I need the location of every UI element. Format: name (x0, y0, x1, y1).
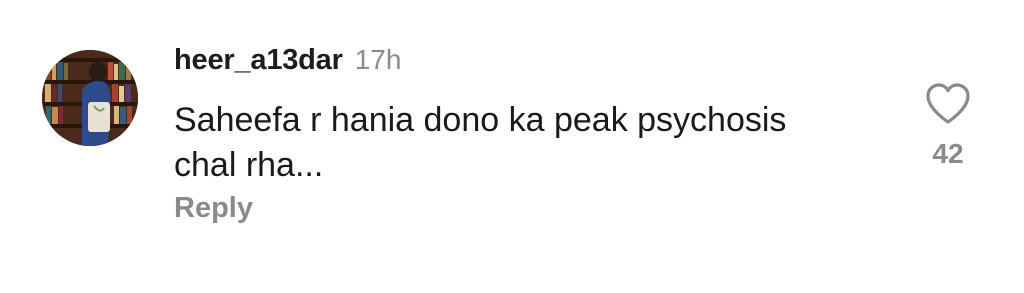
avatar[interactable] (42, 50, 138, 146)
heart-outline-icon[interactable] (924, 82, 972, 126)
username[interactable]: heer_a13dar (174, 44, 343, 77)
avatar-photo (42, 50, 138, 146)
comment-text: Saheefa r hania dono ka peak psychosis c… (174, 101, 787, 184)
comment-item: heer_a13dar 17h Saheefa r hania dono ka … (0, 0, 1024, 293)
like-count: 42 (932, 138, 964, 169)
like-section: 42 (916, 82, 980, 170)
comment-timestamp: 17h (354, 44, 402, 75)
comment-header: heer_a13dar 17h (174, 44, 401, 77)
reply-button[interactable]: Reply (174, 192, 253, 225)
